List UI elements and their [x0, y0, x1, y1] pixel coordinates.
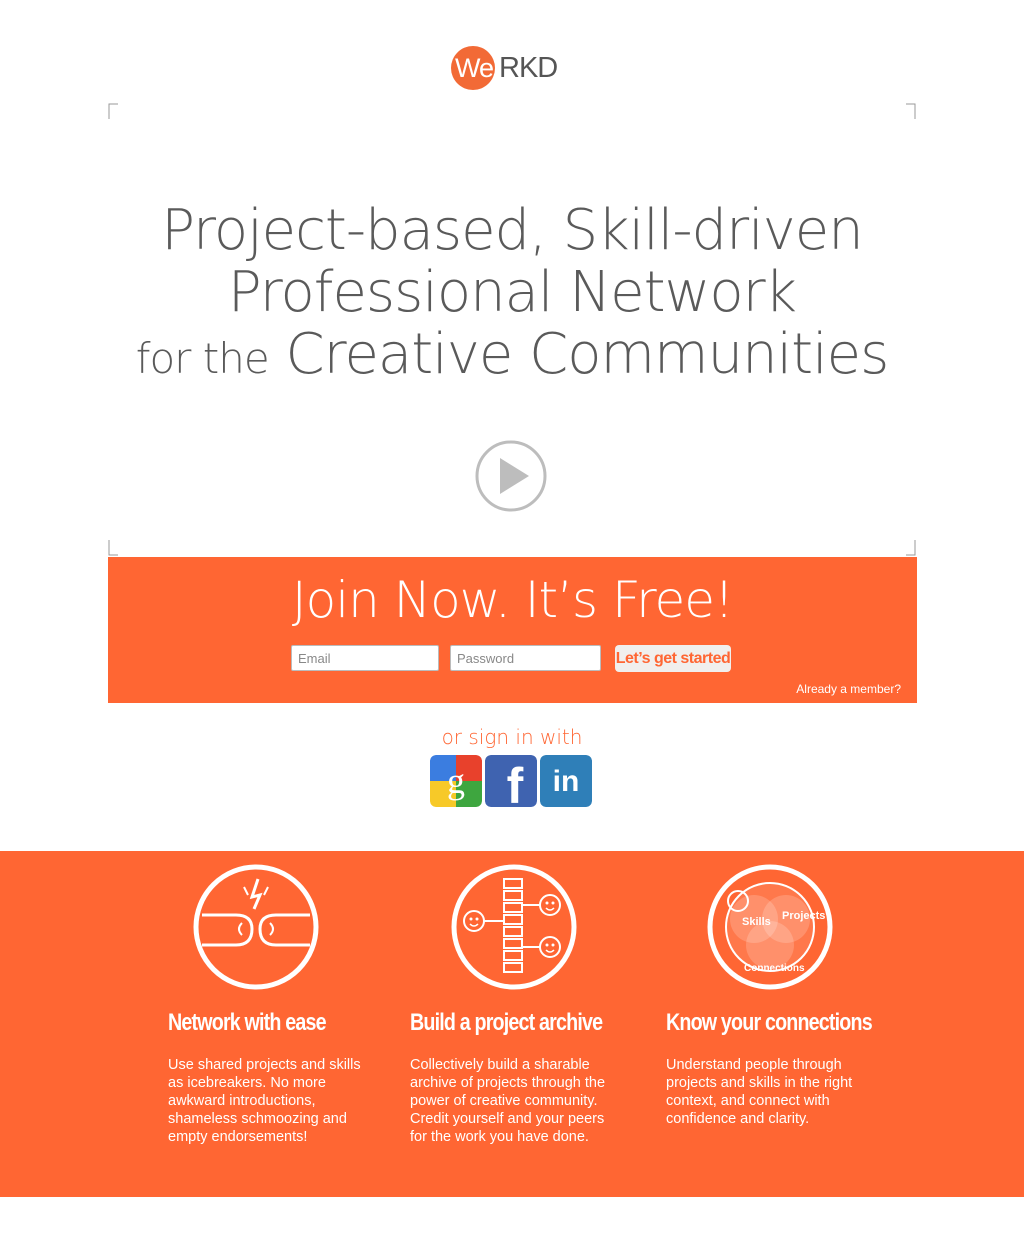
svg-text:f: f: [507, 758, 524, 807]
venn-label-connections: Connections: [744, 963, 805, 974]
feature-title: Know your connections: [666, 1009, 873, 1036]
play-video-icon[interactable]: [475, 440, 547, 512]
password-field[interactable]: Password: [450, 645, 601, 671]
venn-connections-icon: Skills Projects Connections: [707, 864, 833, 990]
logo-we-text: We: [455, 53, 494, 83]
hero-line-3-main: Creative Communities: [285, 322, 890, 387]
feature-title: Build a project archive: [410, 1009, 603, 1036]
werkd-logo[interactable]: We RKD: [451, 44, 575, 90]
features-section: Network with ease Use shared projects an…: [0, 851, 1024, 1197]
svg-text:in: in: [553, 765, 580, 798]
already-member-link[interactable]: Already a member?: [796, 682, 901, 696]
project-archive-icon: [451, 864, 577, 990]
join-panel: Join Now. It’s Free! Email Password Let’…: [108, 557, 917, 703]
or-sign-in-label: or sign in with: [441, 725, 583, 749]
frame-corner-top-right: [906, 103, 916, 119]
feature-title: Network with ease: [168, 1009, 327, 1036]
linkedin-icon[interactable]: in: [540, 755, 592, 807]
fist-bump-icon: [193, 864, 319, 990]
google-icon[interactable]: g: [430, 755, 482, 807]
join-title: Join Now. It’s Free!: [291, 571, 734, 629]
venn-label-skills: Skills: [742, 916, 771, 928]
hero-headline: Project-based, Skill-driven Professional…: [108, 200, 916, 390]
hero-line-3-prefix: for the: [135, 334, 270, 383]
svg-text:g: g: [447, 761, 465, 801]
feature-description: Use shared projects and skills as icebre…: [168, 1057, 361, 1145]
frame-corner-bottom-left: [108, 540, 118, 556]
hero-line-1: Project-based, Skill-driven: [161, 198, 864, 263]
hero-line-3: for the Creative Communities: [108, 324, 916, 390]
venn-label-projects: Projects: [782, 910, 825, 922]
feature-description: Collectively build a sharable archive of…: [410, 1057, 606, 1145]
hero-line-2: Professional Network: [227, 260, 797, 325]
email-field[interactable]: Email: [291, 645, 439, 671]
get-started-button[interactable]: Let’s get started: [615, 645, 731, 672]
feature-description: Understand people through projects and s…: [666, 1057, 853, 1127]
facebook-icon[interactable]: f: [485, 755, 537, 807]
frame-corner-top-left: [108, 103, 118, 119]
frame-corner-bottom-right: [906, 540, 916, 556]
logo-rkd-text: RKD: [499, 52, 558, 84]
